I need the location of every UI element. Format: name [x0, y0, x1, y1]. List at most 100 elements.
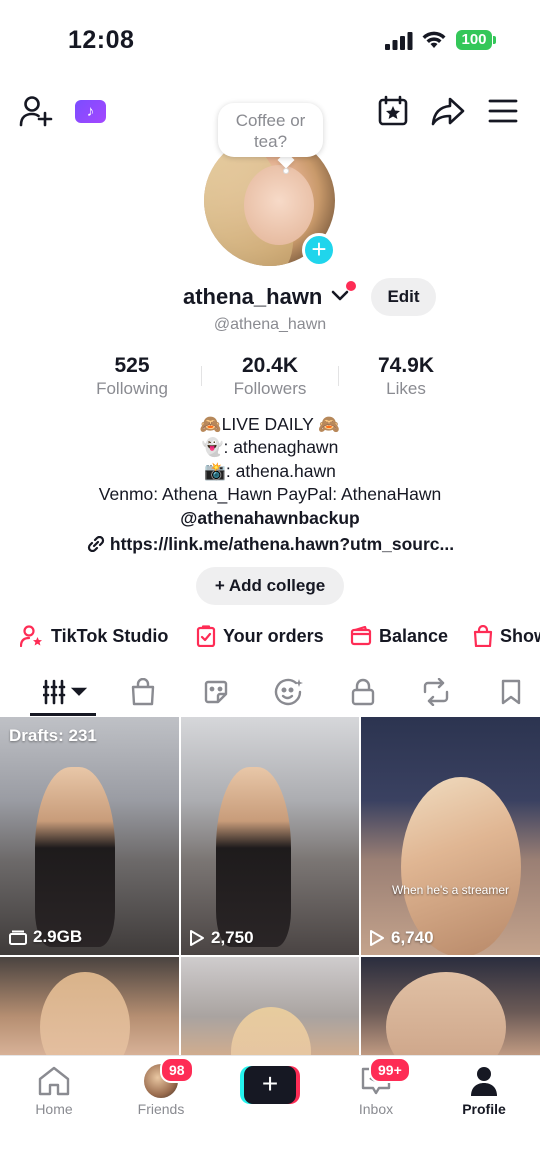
status-time: 12:08: [68, 26, 135, 54]
wifi-icon: [422, 31, 446, 48]
balance-button[interactable]: Balance: [350, 621, 448, 651]
battery-tip: [493, 36, 496, 44]
add-college-button[interactable]: + Add college: [196, 567, 344, 605]
share-icon[interactable]: [430, 94, 466, 128]
stack-icon: [9, 930, 27, 945]
stat-divider: [201, 366, 202, 386]
note-dot: [283, 168, 289, 174]
your-orders-button[interactable]: Your orders: [196, 621, 324, 651]
cellular-signal-icon: [385, 32, 413, 50]
bio-line: 👻: athenaghawn: [201, 437, 339, 457]
video-caption: When he's a streamer: [391, 883, 509, 897]
shop-icon: [131, 678, 155, 706]
nav-label: Profile: [462, 1101, 506, 1117]
bag-icon: [473, 625, 493, 647]
tab-favorites[interactable]: [274, 677, 304, 707]
edit-profile-button[interactable]: Edit: [371, 278, 436, 316]
nav-label: Home: [35, 1101, 73, 1117]
video-thumbnail: [386, 972, 506, 1057]
note-bubble[interactable]: Coffee or tea?: [218, 103, 323, 157]
stat-likes[interactable]: 74.9K Likes: [341, 354, 471, 399]
friends-badge: 98: [160, 1057, 194, 1083]
plus-icon: +: [244, 1066, 296, 1104]
show-button[interactable]: Show: [473, 621, 540, 651]
bio-link-text: https://link.me/athena.hawn?utm_sourc...: [109, 534, 455, 554]
grid-item-video[interactable]: [181, 957, 359, 1057]
sticker-icon: [204, 680, 228, 704]
lock-icon: [351, 678, 375, 706]
play-icon: [370, 930, 384, 946]
tab-reposts[interactable]: [421, 677, 451, 707]
nav-label: Inbox: [358, 1101, 394, 1117]
tab-stickers[interactable]: [201, 677, 231, 707]
repost-icon: [423, 678, 449, 706]
stat-label: Following: [96, 379, 168, 398]
menu-icon[interactable]: [486, 94, 520, 128]
inbox-badge: 99+: [369, 1057, 411, 1083]
battery-indicator: 100: [456, 30, 492, 50]
bio-line: 📸: athena.hawn: [204, 461, 336, 481]
grid-item-video[interactable]: [361, 957, 540, 1057]
cell-label-text: 2.9GB: [33, 927, 83, 946]
orders-icon: [196, 625, 216, 647]
nav-home[interactable]: Home: [9, 1064, 99, 1117]
video-thumbnail: [35, 767, 115, 947]
chevron-down-icon[interactable]: [331, 289, 349, 303]
stat-label: Likes: [386, 379, 426, 398]
tab-shop[interactable]: [128, 677, 158, 707]
calendar-star-icon[interactable]: [376, 94, 410, 128]
stat-value: 74.9K: [377, 354, 435, 377]
grid-item-video[interactable]: [181, 717, 359, 955]
play-icon: [190, 930, 204, 946]
video-thumbnail: [216, 767, 291, 947]
bio-mention-link[interactable]: @athenahawnbackup: [0, 507, 540, 531]
nav-profile[interactable]: Profile: [439, 1064, 529, 1117]
video-thumbnail: [231, 1007, 311, 1057]
username[interactable]: athena_hawn: [183, 284, 322, 310]
face-spark-icon: [274, 678, 303, 706]
stat-value: 20.4K: [241, 354, 299, 377]
stat-followers[interactable]: 20.4K Followers: [205, 354, 335, 399]
quick-action-label: Show: [500, 625, 540, 646]
nav-label: Friends: [137, 1101, 185, 1117]
add-story-button[interactable]: +: [302, 233, 336, 267]
status-bar: 12:08 100: [0, 0, 540, 80]
view-count: 2,750: [189, 928, 254, 948]
link-icon: [87, 535, 105, 553]
person-star-icon: [20, 625, 42, 647]
stat-following[interactable]: 525 Following: [67, 354, 197, 399]
note-text-line1: Coffee or: [235, 111, 306, 130]
tab-private[interactable]: [348, 677, 378, 707]
stat-divider: [338, 366, 339, 386]
quick-action-label: TikTok Studio: [51, 625, 169, 646]
add-friend-icon[interactable]: [18, 94, 54, 128]
drafts-size: 2.9GB: [9, 927, 82, 947]
cell-label-text: 6,740: [391, 928, 434, 947]
notification-dot: [346, 281, 356, 291]
quick-action-label: Balance: [379, 625, 449, 646]
home-icon: [38, 1066, 70, 1096]
active-tab-indicator: [30, 713, 96, 716]
user-handle: @athena_hawn: [213, 316, 327, 333]
video-thumbnail: [40, 972, 130, 1057]
tab-videos[interactable]: [42, 677, 88, 707]
stat-label: Followers: [233, 379, 307, 398]
profile-icon: [471, 1067, 497, 1096]
note-text-line2: tea?: [253, 132, 288, 151]
view-count: 6,740: [369, 928, 434, 948]
tiktok-studio-button[interactable]: TikTok Studio: [20, 621, 168, 651]
stat-value: 525: [114, 354, 150, 377]
tab-saved[interactable]: [496, 677, 526, 707]
quick-action-label: Your orders: [223, 625, 324, 646]
bio-line: 🙈LIVE DAILY 🙈: [199, 414, 341, 434]
cell-label-text: 2,750: [211, 928, 254, 947]
drafts-label: Drafts: 231: [9, 726, 97, 745]
bookmark-icon: [501, 679, 521, 705]
tiktok-logo-icon[interactable]: ♪: [75, 100, 106, 123]
grid-item-drafts[interactable]: [0, 717, 179, 955]
bio-link[interactable]: https://link.me/athena.hawn?utm_sourc...: [0, 534, 540, 555]
create-button[interactable]: +: [240, 1066, 300, 1104]
content-tabs: [0, 667, 540, 717]
grid-item-video[interactable]: [361, 717, 540, 955]
grid-item-video[interactable]: [0, 957, 179, 1057]
